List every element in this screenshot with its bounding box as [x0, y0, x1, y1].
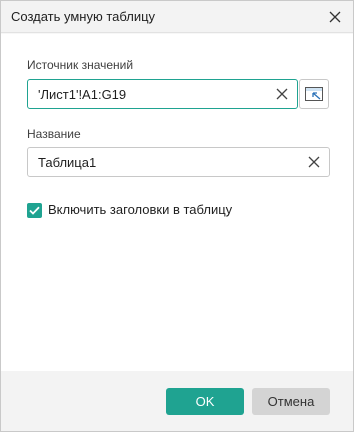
table-name-input[interactable]: Таблица1 [27, 147, 330, 177]
include-headers-checkbox[interactable] [27, 203, 42, 218]
title-bar: Создать умную таблицу [1, 1, 353, 33]
ok-button[interactable]: OK [166, 388, 244, 415]
select-range-icon [305, 87, 323, 101]
dialog-title: Создать умную таблицу [11, 9, 156, 24]
source-range-value: 'Лист1'!A1:G19 [38, 87, 127, 102]
source-range-input[interactable]: 'Лист1'!A1:G19 [27, 79, 298, 109]
dialog-footer: OK Отмена [1, 371, 353, 431]
clear-icon [308, 156, 320, 168]
name-label: Название [27, 127, 81, 141]
source-clear-button[interactable] [275, 87, 289, 101]
close-button[interactable] [325, 7, 345, 27]
include-headers-label[interactable]: Включить заголовки в таблицу [48, 202, 232, 217]
name-clear-button[interactable] [307, 155, 321, 169]
close-icon [329, 11, 341, 23]
checkmark-icon [29, 206, 40, 215]
clear-icon [276, 88, 288, 100]
cancel-button[interactable]: Отмена [252, 388, 330, 415]
source-label: Источник значений [27, 58, 134, 72]
create-smart-table-dialog: Создать умную таблицу Источник значений … [0, 0, 354, 432]
select-range-button[interactable] [299, 79, 329, 109]
table-name-value: Таблица1 [38, 155, 97, 170]
